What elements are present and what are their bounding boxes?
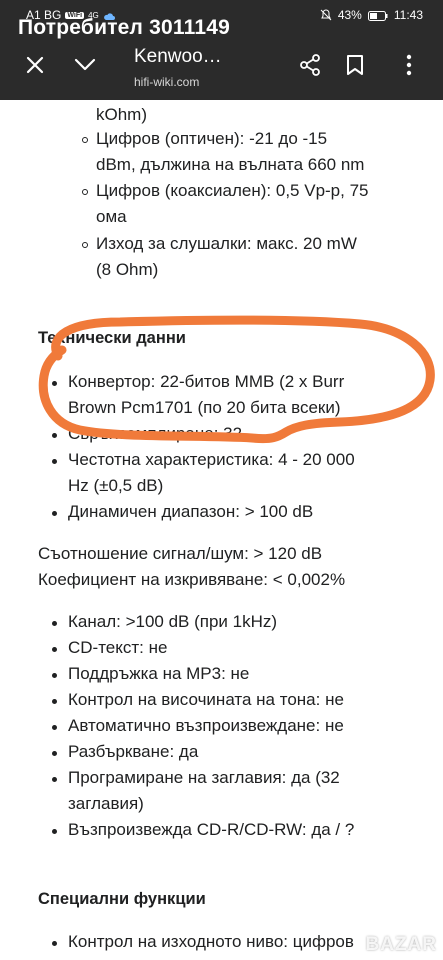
status-right: 43% 11:43 (320, 8, 423, 22)
close-button[interactable] (20, 52, 50, 82)
article-content: kOhm) Цифров (оптичен): -21 до -15 dBm, … (0, 100, 443, 960)
share-button[interactable] (295, 52, 325, 82)
page-url: hifi-wiki.com (134, 75, 200, 89)
bookmark-button[interactable] (340, 52, 370, 82)
browser-toolbar: Kenwoo… hifi-wiki.com (0, 40, 443, 100)
page-title: Kenwoo… (134, 46, 222, 67)
share-icon (298, 53, 322, 82)
collapse-button[interactable] (70, 52, 100, 82)
battery-percent: 43% (337, 8, 362, 22)
notification-banner: Потребител 3011149 (18, 16, 230, 39)
clock: 11:43 (393, 8, 423, 22)
more-vertical-icon (406, 54, 412, 81)
more-options-button[interactable] (394, 52, 424, 82)
mute-icon (320, 9, 332, 21)
orange-circle-annotation (38, 315, 435, 444)
close-icon (26, 56, 44, 79)
browser-header: A1 BG WiFi 4G 43% 11:43 Потребител 30111… (0, 0, 443, 100)
bazar-watermark: BAZAR (365, 934, 437, 955)
chevron-down-icon (74, 58, 96, 77)
battery-icon (367, 10, 388, 21)
bookmark-icon (346, 54, 364, 81)
